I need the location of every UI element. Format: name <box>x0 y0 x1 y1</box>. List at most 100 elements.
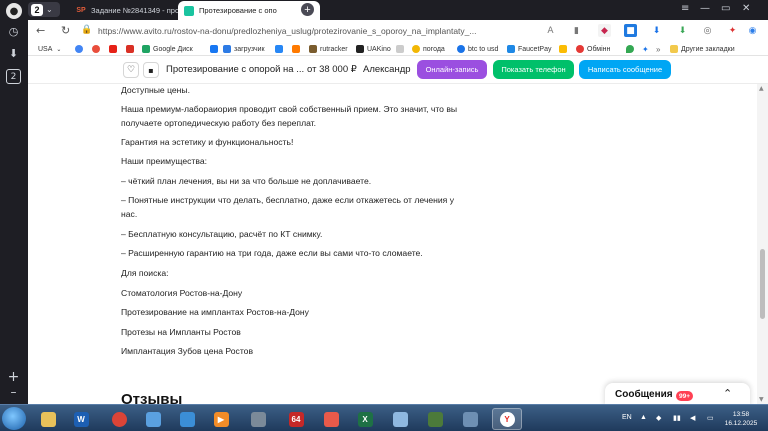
url-field[interactable]: https://www.avito.ru/rostov-na-donu/pred… <box>98 26 476 36</box>
bookmark-label: USA <box>38 45 53 53</box>
translate-icon[interactable]: A <box>544 24 557 37</box>
collapse-sidebar-icon[interactable]: – <box>6 384 21 399</box>
menu-icon[interactable]: ≡ <box>681 3 689 14</box>
tray-expand-icon[interactable]: ▲ <box>640 414 647 421</box>
description-line: Доступные цены. <box>121 85 190 95</box>
yandex-browser-taskbar-icon[interactable]: Y <box>492 408 522 430</box>
bookmark-usa[interactable]: USA ⌄ <box>38 43 61 55</box>
bookmark-icon[interactable]: ▮ <box>570 24 583 37</box>
profile-badge-icon[interactable]: 2 <box>6 69 21 84</box>
security-taskbar-icon[interactable] <box>243 408 273 430</box>
chrome-taskbar-icon[interactable] <box>104 408 134 430</box>
back-icon[interactable]: ← <box>36 24 45 37</box>
show-phone-button[interactable]: Показать телефон <box>493 60 574 79</box>
reload-icon[interactable]: ↻ <box>61 24 70 37</box>
tab-counter-button[interactable]: 2 ⌄ <box>28 2 60 17</box>
bookmark-extra-icon[interactable] <box>396 43 407 55</box>
scroll-up-icon[interactable]: ▲ <box>759 85 764 92</box>
app-taskbar-icon[interactable] <box>172 408 202 430</box>
downloads-icon[interactable]: ⬇ <box>6 46 21 61</box>
bookmark-map-icon[interactable] <box>626 43 637 55</box>
start-button[interactable] <box>2 407 26 430</box>
scrollbar-thumb[interactable] <box>760 249 765 319</box>
volume-icon[interactable]: ◀ <box>690 414 695 422</box>
bookmark-star-icon[interactable] <box>559 43 570 55</box>
download-icon[interactable]: ⬇ <box>650 24 663 37</box>
media-player-taskbar-icon[interactable]: ▶ <box>206 408 236 430</box>
bookmark-rutracker[interactable]: rutracker <box>309 43 348 55</box>
lock-icon[interactable]: 🔒 <box>81 25 92 35</box>
clock-date: 16.12.2025 <box>724 420 758 427</box>
bookmark-other[interactable]: Другие закладки <box>670 43 735 55</box>
listing-sticky-bar: ♡ ▪ Протезирование с опорой на ... от 38… <box>28 56 768 84</box>
bookmark-uakino[interactable]: UAKino <box>356 43 391 55</box>
tab-title: Протезирование с опо <box>199 6 277 15</box>
extensions-icon[interactable]: ◎ <box>701 24 714 37</box>
new-tab-button[interactable]: + <box>301 3 314 16</box>
bookmark-faucetpay[interactable]: FaucetPay <box>507 43 551 55</box>
url-path: /rostov-na-donu/predlozheniya_uslug/prot… <box>171 26 477 36</box>
maximize-icon[interactable]: ▭ <box>721 3 730 14</box>
bookmark-google-icon[interactable] <box>75 43 86 55</box>
bookmark-more-icon[interactable]: » <box>656 43 660 55</box>
history-icon[interactable]: ◷ <box>6 24 21 39</box>
description-line: Для поиска: <box>121 268 169 278</box>
tab-avito[interactable]: Протезирование с опо × <box>178 1 320 20</box>
compare-icon[interactable]: ▪ <box>143 62 159 78</box>
extension-ua-icon[interactable]: ■ <box>624 24 637 37</box>
extension-5-icon[interactable]: ◉ <box>746 24 759 37</box>
add-panel-icon[interactable]: + <box>6 369 21 385</box>
paint-taskbar-icon[interactable] <box>316 408 346 430</box>
app2-taskbar-icon[interactable] <box>455 408 485 430</box>
chevron-up-icon[interactable]: ⌃ <box>723 387 732 400</box>
store-taskbar-icon[interactable] <box>138 408 168 430</box>
description-line: – Бесплатную консультацию, расчёт по КТ … <box>121 229 323 239</box>
bookmark-label: rutracker <box>320 45 348 53</box>
page-scrollbar[interactable]: ▲ ▼ <box>757 84 768 404</box>
faucetpay-icon <box>507 45 515 53</box>
explorer-taskbar-icon[interactable] <box>33 408 63 430</box>
downloader-icon <box>223 45 231 53</box>
excel-taskbar-icon[interactable]: X <box>350 408 380 430</box>
bookmark-red-icon[interactable] <box>92 43 103 55</box>
bookmark-downloader[interactable]: загрузчик <box>223 43 265 55</box>
bookmark-google-drive[interactable]: Google Диск <box>142 43 193 55</box>
network-icon[interactable]: ▮▮ <box>673 414 681 422</box>
browser-sidebar: ● ◷ ⬇ 2 + – <box>0 0 28 404</box>
write-message-button[interactable]: Написать сообщение <box>579 60 671 79</box>
tray-app-icon[interactable]: ◆ <box>656 414 661 422</box>
battery-icon[interactable]: ▭ <box>707 414 714 422</box>
wps-taskbar-icon[interactable]: W <box>66 408 96 430</box>
bookmark-label: btc to usd <box>468 45 499 53</box>
google-icon <box>457 45 465 53</box>
bookmark-youtube-icon[interactable] <box>109 43 120 55</box>
favorite-heart-icon[interactable]: ♡ <box>123 62 139 78</box>
extension-1-icon[interactable]: ◆ <box>598 24 611 37</box>
bookmark-orange-icon[interactable] <box>292 43 303 55</box>
online-booking-button[interactable]: Онлайн-запись <box>417 60 487 79</box>
bookmark-btc[interactable]: btc to usd <box>457 43 498 55</box>
notepad-taskbar-icon[interactable] <box>385 408 415 430</box>
minimize-icon[interactable]: — <box>700 3 710 14</box>
bookmark-label: FaucetPay <box>518 45 552 53</box>
bookmark-vk-icon[interactable] <box>275 43 286 55</box>
address-bar-row: ← ↻ 🔒 https://www.avito.ru/rostov-na-don… <box>28 20 768 42</box>
scroll-down-icon[interactable]: ▼ <box>759 396 764 403</box>
close-window-icon[interactable]: ✕ <box>742 3 750 14</box>
folder-icon <box>670 45 678 53</box>
bookmark-label: Google Диск <box>153 45 193 53</box>
aida64-taskbar-icon[interactable]: 64 <box>281 408 311 430</box>
extension-4-icon[interactable]: ✦ <box>726 24 739 37</box>
seller-name[interactable]: Александр <box>363 64 411 75</box>
extension-3-icon[interactable]: ⬇ <box>676 24 689 37</box>
bookmark-sparkle-icon[interactable]: ✦ <box>642 43 649 55</box>
game-taskbar-icon[interactable] <box>420 408 450 430</box>
bookmark-facebook-icon[interactable] <box>210 43 221 55</box>
exchange-icon <box>576 45 584 53</box>
system-clock[interactable]: 13:58 16.12.2025 <box>724 410 758 428</box>
profile-avatar-icon[interactable]: ● <box>6 3 22 19</box>
bookmark-exchange[interactable]: Обмінн <box>576 43 610 55</box>
bookmark-gmail-icon[interactable] <box>126 43 137 55</box>
bookmark-weather[interactable]: погода <box>412 43 445 55</box>
language-indicator[interactable]: EN <box>622 414 632 421</box>
